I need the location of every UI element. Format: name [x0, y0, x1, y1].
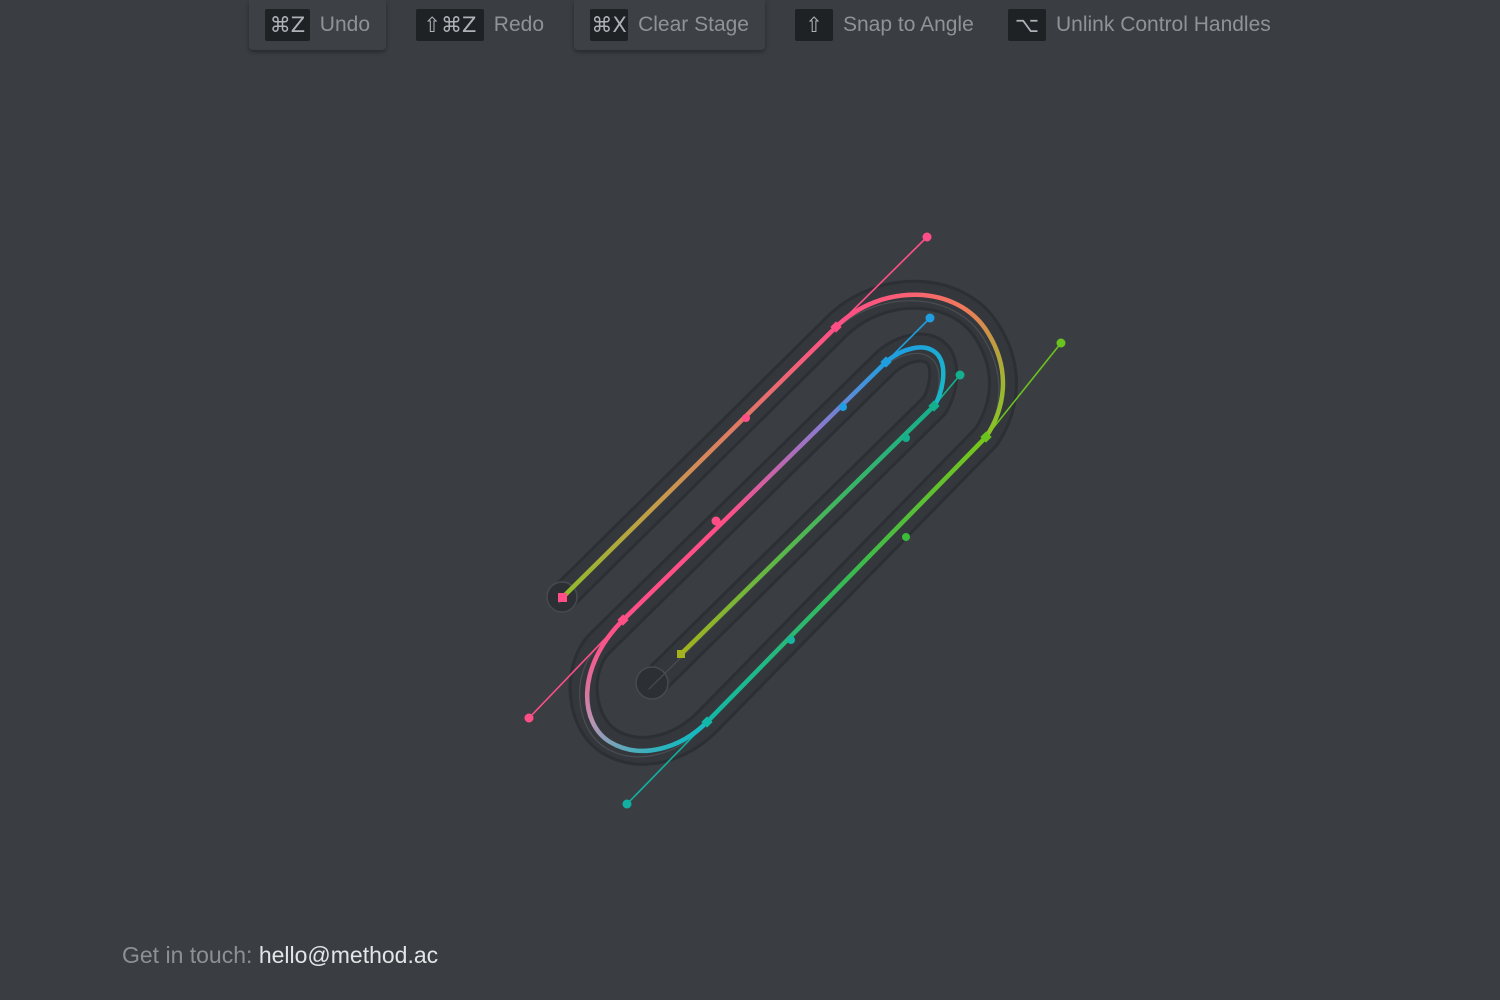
snap-to-angle-button[interactable]: ⇧ Snap to Angle [779, 0, 979, 50]
undo-button[interactable]: ⌘Z Undo [249, 0, 386, 50]
redo-label: Redo [493, 13, 544, 36]
undo-shortcut: ⌘Z [265, 9, 310, 41]
handle-point [622, 799, 632, 809]
unlink-control-handles-shortcut: ⌥ [1008, 9, 1046, 41]
unlink-control-handles-label: Unlink Control Handles [1056, 13, 1271, 36]
paperclip-shadow [546, 279, 1018, 766]
clear-stage-label: Clear Stage [638, 13, 749, 36]
handle-point [524, 713, 534, 723]
anchor-point [902, 533, 910, 541]
anchor-point [902, 434, 910, 442]
anchor-point [839, 403, 847, 411]
unlink-control-handles-button[interactable]: ⌥ Unlink Control Handles [992, 0, 1272, 50]
handle-point [1056, 338, 1066, 348]
page: ⌘Z Undo ⇧⌘Z Redo ⌘X Clear Stage ⇧ Snap t… [0, 0, 1500, 1000]
anchor-point-end [677, 650, 685, 658]
anchor-point [711, 516, 721, 526]
clear-stage-button[interactable]: ⌘X Clear Stage [574, 0, 765, 50]
toolbar: ⌘Z Undo ⇧⌘Z Redo ⌘X Clear Stage ⇧ Snap t… [0, 0, 1500, 50]
handle-point [925, 313, 935, 323]
anchor-point [742, 414, 750, 422]
clear-stage-shortcut: ⌘X [590, 9, 629, 41]
redo-shortcut: ⇧⌘Z [416, 9, 484, 41]
footer: Get in touch: hello@method.ac [122, 942, 438, 969]
handle-point [955, 370, 965, 380]
drawing-stage[interactable] [0, 50, 1500, 930]
undo-label: Undo [319, 13, 370, 36]
snap-to-angle-shortcut: ⇧ [795, 9, 833, 41]
handle-point [922, 232, 932, 242]
contact-email-link[interactable]: hello@method.ac [259, 942, 438, 968]
anchor-point-start [558, 593, 567, 602]
anchor-point [787, 636, 795, 644]
snap-to-angle-label: Snap to Angle [843, 13, 974, 36]
redo-button[interactable]: ⇧⌘Z Redo [400, 0, 560, 50]
footer-prefix: Get in touch: [122, 942, 253, 968]
